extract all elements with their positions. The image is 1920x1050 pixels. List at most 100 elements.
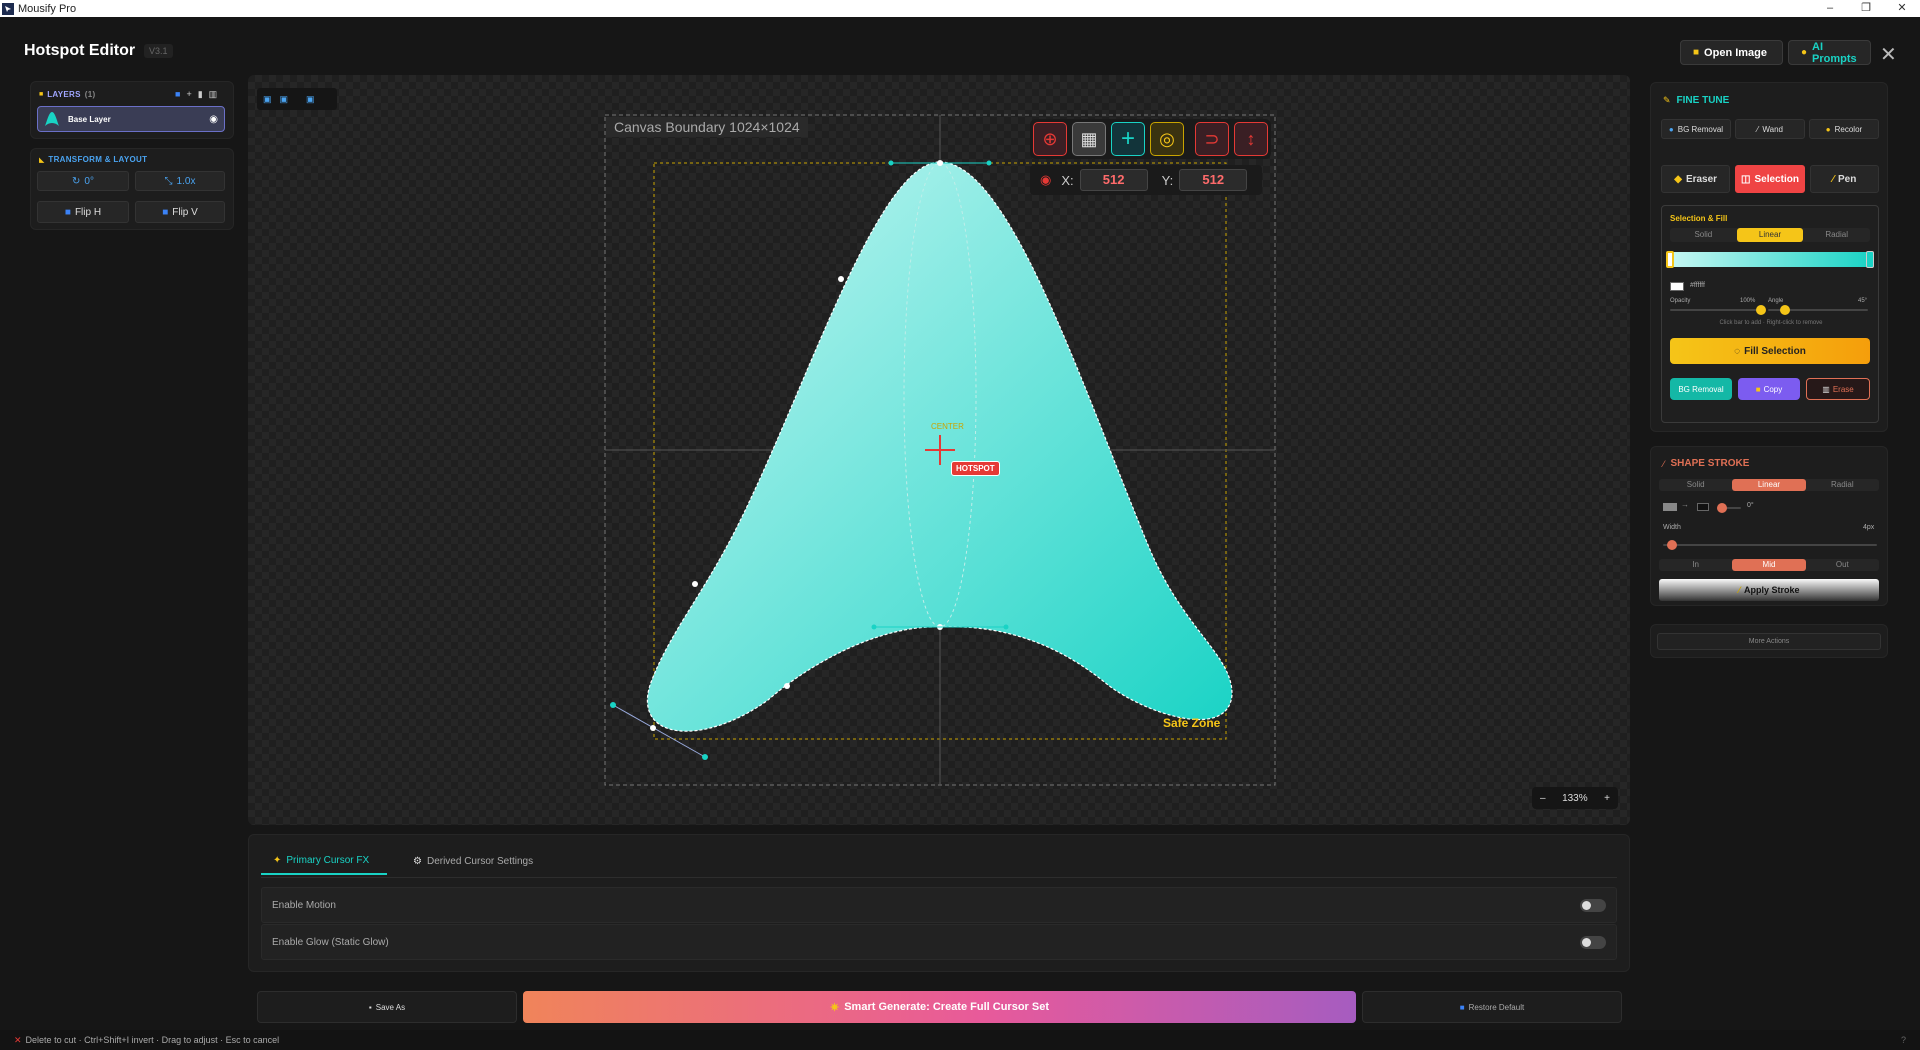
trash-small-icon: ▥ [1822,384,1830,394]
gradient-bar[interactable] [1668,252,1872,267]
bg-removal-tab[interactable]: ● BG Removal [1661,119,1731,139]
fill-mode-linear[interactable]: Linear [1736,228,1804,242]
bg-removal-button[interactable]: BG Removal [1670,378,1732,400]
stroke-mode-radial[interactable]: Radial [1806,479,1879,491]
stroke-mode-selector: Solid Linear Radial [1659,479,1879,491]
selection-icon: ◫ [1741,173,1751,185]
restore-default-button[interactable]: ■ Restore Default [1362,991,1622,1023]
editor-canvas[interactable]: ▣ ▣ ▣ Canvas Boundary 1024×1024 CENTER H… [248,75,1630,825]
scale-field[interactable]: ⤡ 1.0x [135,171,225,191]
angle-slider[interactable] [1768,305,1868,315]
copy-button[interactable]: ■ Copy [1738,378,1800,400]
editor-close-button[interactable]: ✕ [1880,42,1897,67]
status-bar: ✕ Delete to cut · Ctrl+Shift+I invert · … [0,1030,1920,1050]
layers-title: LAYERS [47,90,81,99]
angle-knob[interactable] [1780,305,1790,315]
enable-glow-toggle[interactable] [1580,936,1606,949]
color-hex: #ffffff [1690,282,1705,289]
gradient-stop-end[interactable] [1866,251,1874,268]
transform-icon: ◣ [39,156,45,164]
bezier-handle[interactable] [1003,624,1009,630]
fill-mode-radial[interactable]: Radial [1803,228,1870,242]
new-file-icon[interactable]: ▮ [198,89,203,100]
vertical-tool-button[interactable]: ↕ [1234,122,1268,156]
bezier-handle[interactable] [610,702,616,708]
safe-zone-label: Safe Zone [1163,716,1221,730]
recolor-tab[interactable]: ● Recolor [1809,119,1879,139]
anchor-point[interactable] [692,581,698,587]
selection-fill-section: Selection & Fill Solid Linear Radial #ff… [1661,205,1879,423]
rotation-field[interactable]: ↻ 0° [37,171,129,191]
shape-layer[interactable] [248,75,1630,825]
sparkle-icon: ✦ [273,854,282,866]
stroke-width-knob[interactable] [1667,540,1677,550]
fill-selection-button[interactable]: ◌ Fill Selection [1670,338,1870,364]
eraser-tool-button[interactable]: ◆ Eraser [1661,165,1731,193]
flip-v-button[interactable]: ■ Flip V [135,201,225,223]
minimize-button[interactable]: – [1812,0,1848,17]
gradient-stop-start[interactable] [1666,251,1674,268]
open-image-button[interactable]: ■ Open Image [1680,40,1783,65]
trash-icon[interactable]: ▥ [209,89,218,100]
transform-title: TRANSFORM & LAYOUT [48,155,148,164]
tab-primary-cursor-fx[interactable]: ✦ Primary Cursor FX [261,847,387,875]
bulb-icon: ● [1801,47,1808,58]
magnet-tool-button[interactable]: ⊃ [1195,122,1229,156]
anchor-point[interactable] [937,160,943,166]
window-close-button[interactable]: ✕ [1884,0,1920,17]
more-actions-button[interactable]: More Actions [1657,633,1881,650]
layer-item-base[interactable]: Base Layer ◉ [37,106,225,132]
opacity-knob[interactable] [1756,305,1766,315]
stroke-mode-linear[interactable]: Linear [1732,479,1806,491]
opacity-slider[interactable] [1670,305,1766,315]
maximize-button[interactable]: ❐ [1848,0,1884,17]
tab-divider [261,877,1617,878]
x-coordinate-input[interactable]: 512 [1079,169,1148,191]
add-layer-icon[interactable]: + [186,89,191,100]
anchor-point[interactable] [650,725,656,731]
bezier-handle[interactable] [986,160,992,166]
bezier-handle[interactable] [871,624,877,630]
zoom-out-button[interactable]: – [1540,793,1546,804]
copy-icon: ■ [1755,384,1761,394]
fill-mode-selector: Solid Linear Radial [1670,228,1870,242]
flip-h-button[interactable]: ■ Flip H [37,201,129,223]
bezier-handle[interactable] [702,754,708,760]
anchor-point[interactable] [784,683,790,689]
stroke-position-in[interactable]: In [1659,559,1732,571]
bezier-handle[interactable] [888,160,894,166]
crosshair-tool-button[interactable]: + [1111,122,1145,156]
erase-button[interactable]: ▥ Erase [1806,378,1870,400]
select-all-icon[interactable]: ■ [175,89,180,100]
eye-icon[interactable]: ◉ [209,114,218,125]
stroke-color-start[interactable] [1663,503,1677,511]
stroke-angle-slider[interactable] [1717,503,1741,513]
enable-motion-label: Enable Motion [272,900,336,911]
fill-mode-solid[interactable]: Solid [1670,228,1737,242]
color-swatch[interactable] [1670,282,1684,291]
selection-tool-button[interactable]: ◫ Selection [1735,165,1805,193]
anchor-point[interactable] [838,276,844,282]
tab-derived-cursor-settings[interactable]: ⚙ Derived Cursor Settings [401,847,533,875]
enable-motion-toggle[interactable] [1580,899,1606,912]
stroke-angle-knob[interactable] [1717,503,1727,513]
pen-tool-button[interactable]: ⁄ Pen [1809,165,1879,193]
target-tool-button[interactable]: ⊕ [1033,122,1067,156]
smart-generate-button[interactable]: ✷ Smart Generate: Create Full Cursor Set [523,991,1356,1023]
wand-tab[interactable]: ⁄ Wand [1735,119,1805,139]
stroke-position-out[interactable]: Out [1806,559,1879,571]
ai-prompts-button[interactable]: ● AI Prompts [1788,40,1871,65]
transform-panel: ◣ TRANSFORM & LAYOUT ↻ 0° ⤡ 1.0x ■ Flip H ■… [30,148,234,230]
save-as-button[interactable]: ▪ Save As [257,991,517,1023]
apply-stroke-button[interactable]: ⁄ Apply Stroke [1659,579,1879,601]
grid-tool-button[interactable]: ▦ [1072,122,1106,156]
stroke-width-slider[interactable] [1663,540,1877,550]
y-coordinate-input[interactable]: 512 [1179,169,1248,191]
zoom-in-button[interactable]: + [1604,793,1610,804]
stroke-color-end[interactable] [1697,503,1709,511]
stroke-mode-solid[interactable]: Solid [1659,479,1732,491]
safe-zone-tool-button[interactable]: ◎ [1150,122,1184,156]
stroke-position-mid[interactable]: Mid [1732,559,1806,571]
stroke-position-selector: In Mid Out [1659,559,1879,571]
help-icon[interactable]: ? [1901,1035,1906,1045]
